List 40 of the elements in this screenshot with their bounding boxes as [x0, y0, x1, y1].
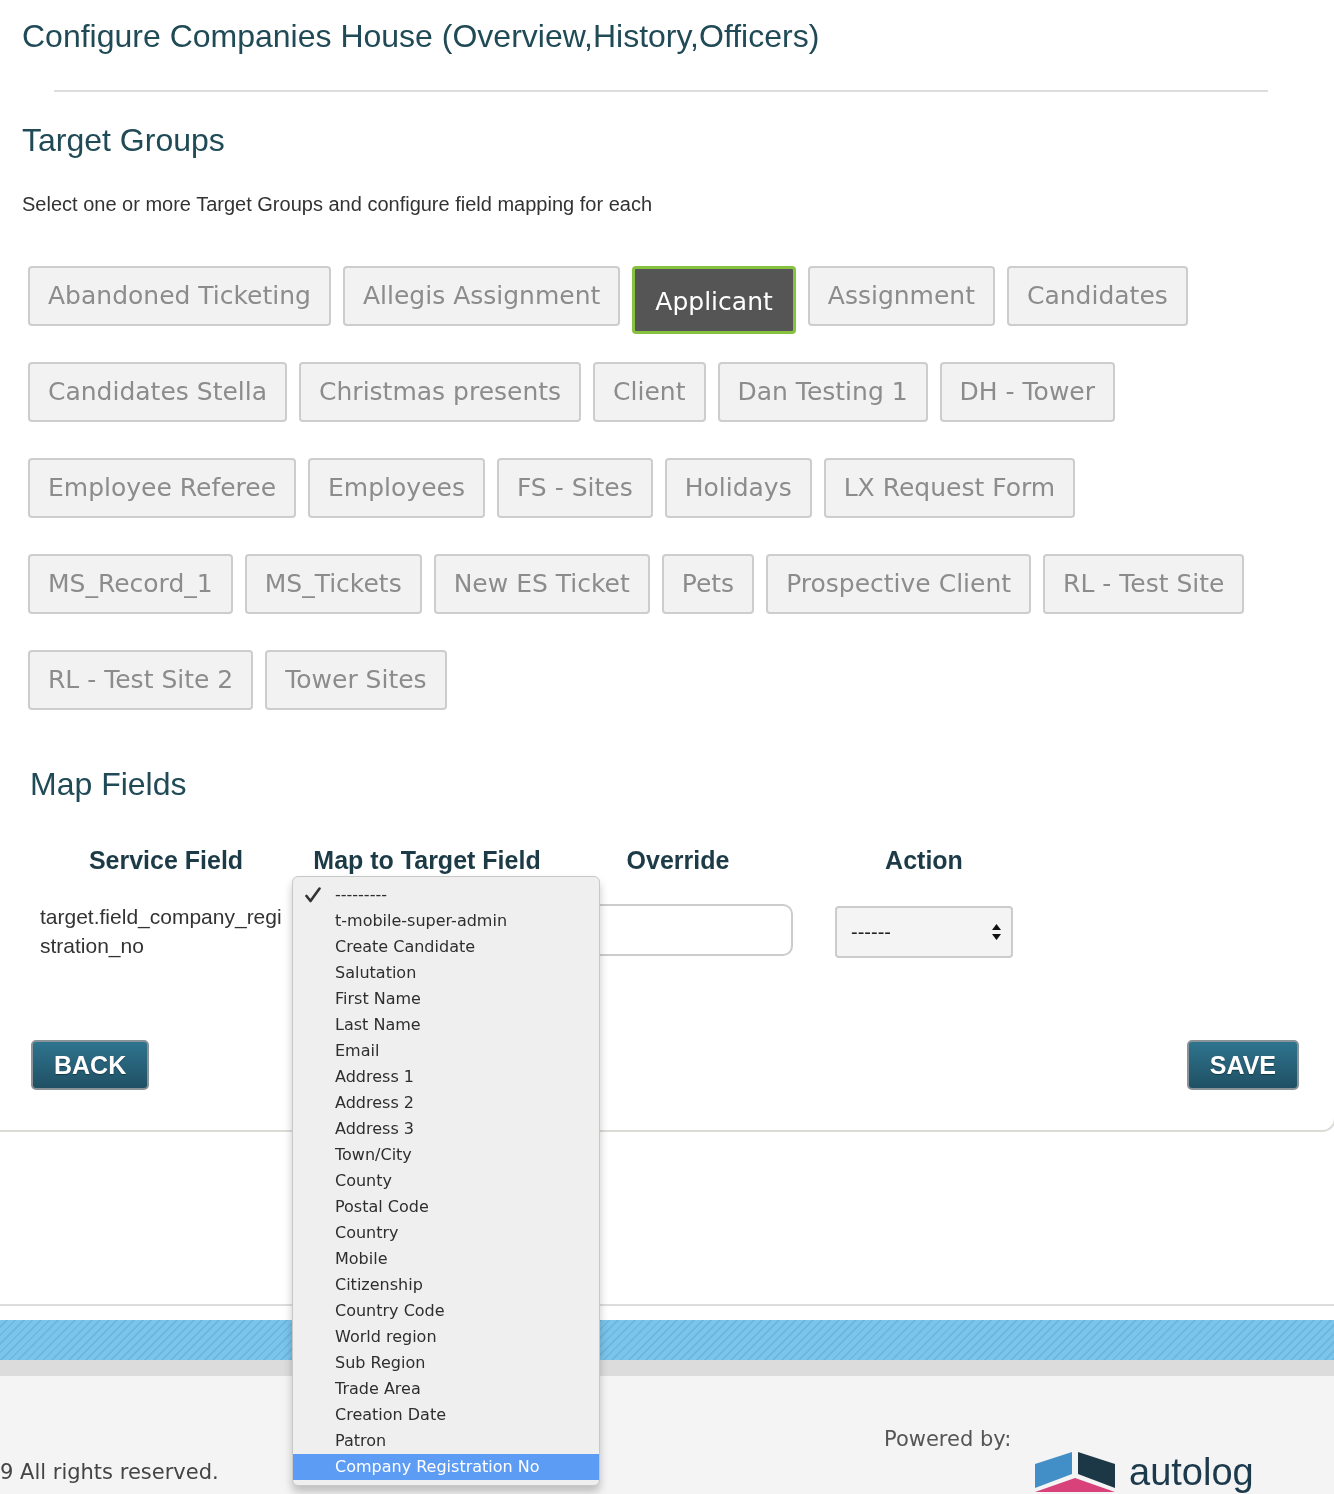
section-description: Select one or more Target Groups and configure field mapping for each [22, 192, 652, 217]
column-header: Action [885, 846, 963, 874]
save-button[interactable]: SAVE [1186, 1040, 1299, 1090]
dropdown-option[interactable]: First Name [293, 986, 599, 1012]
column-header: Override [626, 846, 730, 874]
dropdown-option[interactable]: Email [293, 1038, 599, 1064]
dropdown-option[interactable]: Address 1 [293, 1064, 599, 1090]
dropdown-option[interactable]: Mobile [293, 1246, 599, 1272]
dropdown-option[interactable]: County [293, 1168, 599, 1194]
dropdown-option[interactable]: Address 2 [293, 1090, 599, 1116]
service-field-name: target.field_company_registration_no [40, 904, 283, 960]
column-header: Service Field [88, 846, 244, 874]
select-arrows-icon [992, 924, 1001, 940]
dropdown-option[interactable]: Patron [293, 1428, 599, 1454]
logo-text: autolog [1129, 1451, 1254, 1493]
dropdown-option[interactable]: Sub Region [293, 1350, 599, 1376]
powered-by-label: Powered by: [884, 1427, 1012, 1451]
section-heading: Map Fields [30, 765, 187, 804]
column-header: Map to Target Field [313, 846, 541, 874]
page-title: Configure Companies House (Overview,History,Officers) [22, 17, 820, 56]
dropdown-option[interactable]: Citizenship [293, 1272, 599, 1298]
dropdown-option[interactable]: Create Candidate [293, 934, 599, 960]
back-button[interactable]: BACK [31, 1040, 150, 1090]
dropdown-option[interactable]: t-mobile-super-admin [293, 908, 599, 934]
dropdown-option[interactable]: Address 3 [293, 1116, 599, 1142]
dropdown-option[interactable]: Postal Code [293, 1194, 599, 1220]
section-heading: Target Groups [22, 121, 225, 160]
copyright-text: 9 All rights reserved. [0, 1459, 219, 1486]
dropdown-option[interactable]: Last Name [293, 1012, 599, 1038]
target-group-button[interactable]: Applicant [632, 266, 796, 334]
dropdown-option[interactable]: Trade Area [293, 1376, 599, 1402]
dropdown-option[interactable]: Creation Date [293, 1402, 599, 1428]
dropdown-option[interactable]: Country Code [293, 1298, 599, 1324]
dropdown-option[interactable]: Country [293, 1220, 599, 1246]
dropdown-option[interactable]: Salutation [293, 960, 599, 986]
action-select[interactable]: ------ [835, 906, 1013, 958]
cube-logo-icon [1035, 1452, 1115, 1492]
dropdown-option[interactable]: Town/City [293, 1142, 599, 1168]
dropdown-option[interactable]: --------- [293, 882, 599, 908]
dropdown-option[interactable]: World region [293, 1324, 599, 1350]
